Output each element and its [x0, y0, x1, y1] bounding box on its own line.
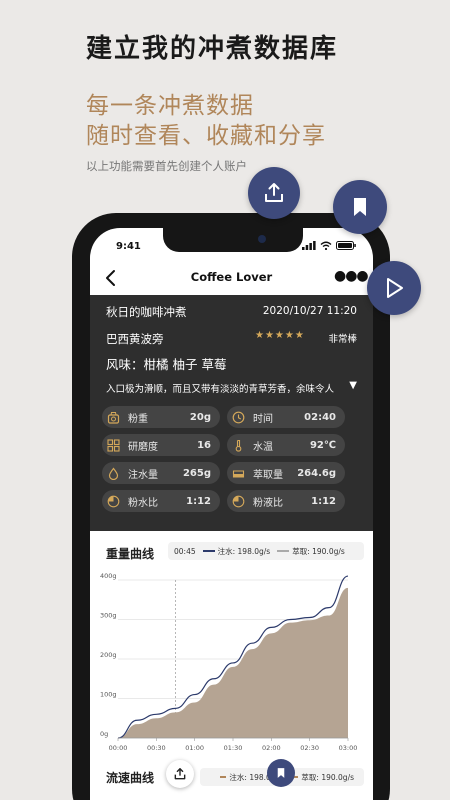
param-value: 1:12	[186, 495, 211, 507]
x-tick-label: 00:00	[109, 744, 128, 752]
weight-chart-title: 重量曲线	[106, 547, 155, 561]
legend-extract: 萃取: 190.0g/s	[301, 772, 354, 782]
weight-chart-svg: 0g 100g 200g 300g 400g 00:00 00:30 01:00 01:30 02…	[100, 572, 358, 752]
flow-chart-title: 流速曲线	[106, 771, 155, 785]
param-time: 时间 02:40	[227, 406, 345, 428]
play-icon	[387, 278, 403, 298]
y-tick-label: 200g	[100, 651, 117, 659]
param-dose: 粉重 20g	[102, 406, 220, 428]
page-title: Coffee Lover	[190, 270, 273, 284]
legend-time: 00:45	[174, 546, 196, 556]
phone-notch	[163, 228, 303, 252]
legend-swatch-pour	[202, 550, 215, 552]
record-datetime: 2020/10/27 11:20	[262, 305, 357, 317]
phone-screen: 9:41 Coffee Lover ●●● 秋日的咖啡冲煮 2020/10/27…	[90, 228, 373, 800]
param-value: 1:12	[311, 495, 336, 507]
weight-chart[interactable]: 0g 100g 200g 300g 400g 00:00 00:30 01:00 01:30 02…	[90, 568, 373, 762]
param-value: 16	[197, 439, 211, 451]
bookmark-button[interactable]	[333, 180, 387, 234]
param-value: 20g	[189, 411, 211, 423]
param-grind: 研磨度 16	[102, 434, 220, 456]
play-button[interactable]	[367, 261, 421, 315]
legend-extract: 萃取: 190.0g/s	[292, 546, 345, 556]
cup-icon	[232, 467, 245, 480]
thermometer-icon	[232, 439, 245, 452]
grind-icon	[107, 438, 120, 452]
status-time: 9:41	[116, 241, 141, 252]
param-value: 264.6g	[297, 467, 336, 479]
wifi-icon	[320, 241, 332, 250]
param-brew-ratio: 粉水比 1:12	[102, 490, 220, 512]
status-icons	[302, 241, 356, 250]
weight-chart-legend: 00:45 注水: 198.0g/s 萃取: 190.0g/s	[168, 542, 364, 560]
ratio-icon	[232, 495, 245, 508]
share-button[interactable]	[248, 167, 300, 219]
x-tick-label: 03:00	[339, 744, 358, 752]
bookmark-icon	[277, 768, 285, 778]
legend-swatch-pour	[220, 776, 227, 778]
share-icon	[265, 183, 283, 202]
x-tick-label: 02:30	[300, 744, 319, 752]
param-value: 265g	[182, 467, 211, 479]
share-icon	[174, 768, 186, 780]
x-tick-label: 01:00	[185, 744, 204, 752]
scale-icon	[107, 411, 120, 424]
promo-note: 以上功能需要首先创建个人账户	[86, 159, 247, 173]
y-tick-label: 400g	[100, 572, 117, 580]
more-menu-button[interactable]: ●●●	[334, 268, 369, 284]
expand-description-button[interactable]: ▼	[349, 380, 357, 391]
param-label: 粉重	[128, 413, 148, 425]
mini-bookmark-button[interactable]	[267, 759, 295, 787]
param-label: 注水量	[128, 469, 158, 481]
param-yield: 萃取量 264.6g	[227, 462, 345, 484]
bookmark-icon	[354, 198, 366, 216]
x-tick-label: 01:30	[224, 744, 243, 752]
mini-share-button[interactable]	[166, 760, 194, 788]
brew-record-card: 秋日的咖啡冲煮 2020/10/27 11:20 巴西黄波旁 ★★★★★ 非常棒…	[90, 295, 373, 531]
record-origin: 巴西黄波旁	[106, 332, 164, 346]
rating-label: 非常棒	[328, 334, 357, 345]
promo-tagline-1: 每一条冲煮数据	[86, 93, 254, 119]
ratio-icon	[107, 495, 120, 508]
star-rating: ★★★★★	[255, 330, 305, 341]
camera-dot	[258, 235, 266, 243]
y-tick-label: 100g	[100, 691, 117, 699]
flavor-notes: 风味：柑橘 柚子 草莓	[106, 357, 227, 372]
param-water: 注水量 265g	[102, 462, 220, 484]
battery-icon	[336, 241, 356, 250]
promo-tagline-2: 随时查看、收藏和分享	[86, 123, 326, 149]
record-name: 秋日的咖啡冲煮	[106, 305, 187, 319]
record-description: 入口极为滑顺，而且又带有淡淡的青草芳香，余味令人	[106, 384, 335, 395]
param-label: 粉液比	[253, 497, 283, 509]
y-tick-label: 300g	[100, 612, 117, 620]
signal-icon	[302, 241, 316, 250]
legend-swatch-extract	[277, 550, 290, 552]
x-tick-label: 02:00	[262, 744, 281, 752]
param-label: 研磨度	[128, 441, 158, 453]
param-label: 水温	[253, 441, 273, 453]
x-tick-label: 00:30	[147, 744, 166, 752]
param-label: 萃取量	[253, 469, 283, 481]
param-label: 时间	[253, 413, 273, 425]
param-value: 92℃	[309, 439, 336, 451]
param-label: 粉水比	[128, 497, 158, 509]
promo-headline: 建立我的冲煮数据库	[86, 34, 339, 64]
param-value: 02:40	[304, 411, 336, 423]
clock-icon	[232, 411, 245, 424]
legend-pour: 注水: 198.0g/s	[217, 546, 271, 556]
param-liquid-ratio: 粉液比 1:12	[227, 490, 345, 512]
param-temperature: 水温 92℃	[227, 434, 345, 456]
y-tick-label: 0g	[100, 730, 108, 738]
water-drop-icon	[107, 467, 120, 480]
